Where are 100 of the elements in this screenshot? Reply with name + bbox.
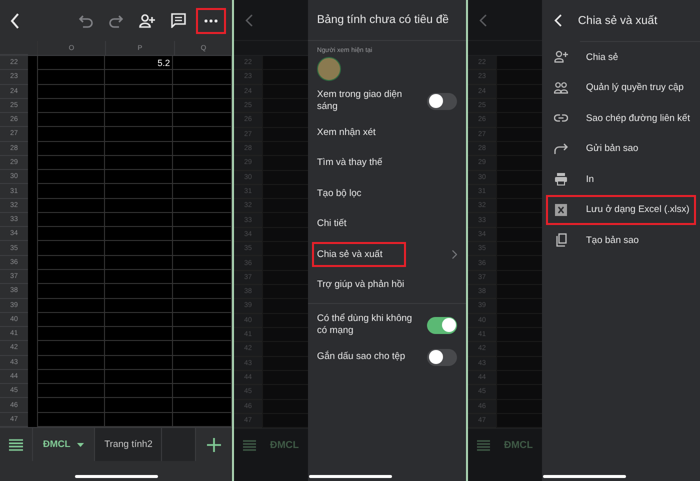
dimmed-grid-cell <box>262 328 308 342</box>
grid-cell[interactable] <box>105 384 173 398</box>
grid-cell[interactable] <box>38 312 105 328</box>
grid-cell[interactable] <box>38 241 105 256</box>
menu-item[interactable]: Tạo bộ lọc <box>312 180 366 206</box>
grid-cell[interactable] <box>38 298 105 313</box>
sheet-tab-label: ĐMCL <box>504 440 533 452</box>
dimmed-grid-cell <box>496 356 542 371</box>
dimmed-grid-cell <box>262 142 308 156</box>
menu-item[interactable]: Tìm và thay thế <box>312 150 388 176</box>
menu-item[interactable]: Gửi bản sao <box>546 134 696 164</box>
grid-cell[interactable] <box>38 270 105 284</box>
grid-cell[interactable] <box>105 298 173 313</box>
grid-cell[interactable] <box>105 312 173 328</box>
grid-cell[interactable] <box>105 98 173 114</box>
dimmed-grid-cell <box>262 228 308 242</box>
grid-cell[interactable] <box>38 113 105 128</box>
dimmed-grid-cell <box>262 342 308 357</box>
dimmed-grid-cell <box>496 400 542 414</box>
grid-cell[interactable] <box>38 256 105 270</box>
dimmed-grid-cell <box>496 270 542 285</box>
dimmed-grid-cell <box>262 400 308 414</box>
grid-cell[interactable] <box>38 327 105 342</box>
people-icon <box>554 80 568 95</box>
toggle-switch[interactable] <box>427 348 457 366</box>
toggle-switch[interactable] <box>427 316 457 334</box>
dimmed-grid-cell <box>496 370 542 386</box>
menu-item[interactable]: Quản lý quyền truy cập <box>546 72 696 103</box>
grid-cell[interactable] <box>105 170 173 184</box>
spreadsheet-file-icon <box>554 202 568 217</box>
menu-item[interactable]: Chia sẻ và xuất <box>312 242 406 267</box>
dimmed-grid-cell <box>262 270 308 285</box>
menu-item[interactable]: Trợ giúp và phản hồi <box>312 272 410 298</box>
grid-cell[interactable] <box>105 198 173 213</box>
grid-cell[interactable] <box>38 284 105 299</box>
grid-cell[interactable] <box>105 142 173 156</box>
back-icon[interactable] <box>554 14 562 27</box>
sheet-tab[interactable]: Trang tính2 <box>95 428 162 461</box>
grid-cell[interactable] <box>38 198 105 213</box>
grid-cell[interactable]: 5.2 <box>105 56 173 70</box>
menu-item[interactable]: Chi tiết <box>312 211 352 236</box>
grid-cell[interactable] <box>105 70 173 85</box>
dimmed-grid-cell <box>496 84 542 99</box>
dimmed-grid-cell <box>496 299 542 314</box>
grid-cell[interactable] <box>105 184 173 199</box>
grid-cell[interactable] <box>38 370 105 384</box>
dimmed-grid-cell <box>262 128 308 142</box>
dimmed-grid-cell <box>496 242 542 256</box>
grid-cell[interactable] <box>38 84 105 99</box>
sheet-list-icon <box>243 440 256 452</box>
grid-cell[interactable] <box>105 212 173 228</box>
toggle-switch[interactable] <box>427 92 457 110</box>
grid-cell[interactable] <box>38 98 105 114</box>
grid-cell[interactable] <box>38 398 105 413</box>
grid-cell[interactable] <box>105 227 173 242</box>
menu-item-label: Xem trong giao diện sáng <box>317 89 404 113</box>
dimmed-grid-cell <box>496 342 542 357</box>
menu-item[interactable]: Sao chép đường liên kết <box>546 103 696 134</box>
menu-item-label: Gắn dấu sao cho tệp <box>317 351 406 363</box>
dimmed-grid-cell <box>496 256 542 271</box>
more-button[interactable] <box>196 8 226 34</box>
grid-cell[interactable] <box>38 170 105 184</box>
sheet-list-icon <box>477 440 490 452</box>
grid-cell[interactable] <box>38 184 105 199</box>
menu-item[interactable]: In <box>546 164 696 194</box>
grid-cell[interactable] <box>105 356 173 370</box>
grid-cell[interactable] <box>105 127 173 142</box>
grid-cell[interactable] <box>105 156 173 170</box>
grid-cell[interactable] <box>38 127 105 142</box>
grid-cell[interactable] <box>38 56 105 70</box>
grid-cell[interactable] <box>38 212 105 228</box>
grid-cell[interactable] <box>105 327 173 342</box>
grid-cell[interactable] <box>105 370 173 384</box>
grid-cell[interactable] <box>105 341 173 356</box>
grid-cell[interactable] <box>38 70 105 85</box>
dimmed-grid-cell <box>262 256 308 271</box>
grid-cell[interactable] <box>38 227 105 242</box>
menu-item-label: Có thể dùng khi không có mạng <box>317 313 414 337</box>
grid-cell[interactable] <box>38 156 105 170</box>
dimmed-grid-cell <box>262 199 308 214</box>
grid-cell[interactable] <box>105 284 173 299</box>
more-icon <box>204 18 218 22</box>
grid-cell[interactable] <box>38 142 105 156</box>
dimmed-grid-cell <box>262 98 308 114</box>
grid-cell[interactable] <box>38 341 105 356</box>
grid-cell[interactable] <box>105 113 173 128</box>
grid-cell[interactable] <box>105 256 173 270</box>
menu-item[interactable]: Chia sẻ <box>546 42 696 72</box>
menu-item[interactable]: Lưu ở dạng Excel (.xlsx) <box>546 194 696 225</box>
menu-item[interactable]: Xem nhận xét <box>312 120 381 145</box>
dimmed-grid-cell <box>262 156 308 170</box>
grid-cell[interactable] <box>105 241 173 256</box>
grid-cell[interactable] <box>105 270 173 284</box>
grid-cell[interactable] <box>105 84 173 99</box>
redo-icon <box>109 14 123 28</box>
menu-item[interactable]: Tạo bản sao <box>546 225 696 256</box>
grid-cell[interactable] <box>38 384 105 398</box>
dimmed-grid-cell <box>496 285 542 300</box>
grid-cell[interactable] <box>105 398 173 413</box>
grid-cell[interactable] <box>38 356 105 370</box>
